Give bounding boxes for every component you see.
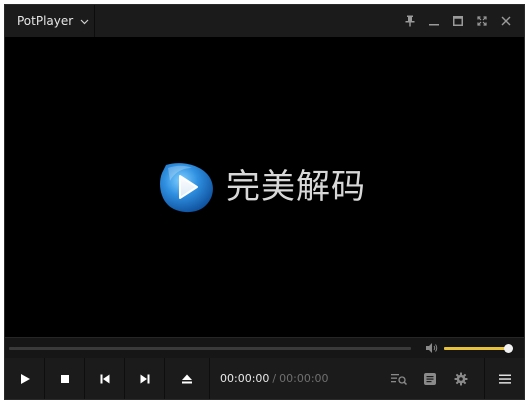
fullscreen-icon xyxy=(477,16,487,26)
settings-button[interactable] xyxy=(446,358,476,399)
time-display: 00:00:00/00:00:00 xyxy=(220,358,329,399)
close-button[interactable] xyxy=(494,9,518,33)
eject-button[interactable] xyxy=(165,358,210,399)
fullscreen-button[interactable] xyxy=(470,9,494,33)
playlist-search-icon xyxy=(391,373,408,385)
play-logo-icon xyxy=(160,163,213,213)
volume-knob[interactable] xyxy=(504,344,513,353)
seek-strip xyxy=(5,337,524,358)
play-icon xyxy=(20,373,30,384)
previous-button[interactable] xyxy=(85,358,125,399)
app-name: PotPlayer xyxy=(17,14,74,28)
subtitle-icon xyxy=(424,372,436,385)
minimize-button[interactable] xyxy=(422,9,446,33)
time-separator: / xyxy=(272,372,277,385)
logo-text: 完美解码 xyxy=(226,167,366,207)
main-menu-button[interactable] xyxy=(484,358,524,399)
maximize-button[interactable] xyxy=(446,9,470,33)
title-bar: PotPlayer xyxy=(5,5,524,38)
stop-icon xyxy=(60,374,69,383)
next-button[interactable] xyxy=(125,358,165,399)
settings-icon xyxy=(454,372,468,385)
volume-level xyxy=(444,347,508,350)
total-time: 00:00:00 xyxy=(279,372,329,385)
potplayer-window: PotPlayer 完美解码 00:00:00 / 00:00:00 xyxy=(4,4,525,400)
window-controls xyxy=(398,5,518,37)
subtitle-button[interactable] xyxy=(415,358,445,399)
volume-icon[interactable] xyxy=(425,342,439,354)
volume-slider[interactable] xyxy=(444,344,513,353)
play-button[interactable] xyxy=(5,358,45,399)
pin-button[interactable] xyxy=(398,9,422,33)
current-time: 00:00:00 xyxy=(220,372,270,385)
menu-icon xyxy=(498,374,511,384)
seek-bar[interactable] xyxy=(9,347,411,350)
control-bar: 00:00:00/00:00:00 xyxy=(5,358,524,399)
next-icon xyxy=(140,374,149,383)
maximize-icon xyxy=(453,16,463,26)
app-menu-button[interactable]: PotPlayer xyxy=(5,5,95,37)
stop-button[interactable] xyxy=(45,358,85,399)
pin-icon xyxy=(405,15,415,27)
chevron-down-icon xyxy=(80,19,89,24)
video-area[interactable]: 完美解码 xyxy=(5,37,524,337)
close-icon xyxy=(501,16,511,26)
minimize-icon xyxy=(429,24,439,26)
eject-icon xyxy=(182,374,192,383)
previous-icon xyxy=(100,374,109,383)
playlist-search-button[interactable] xyxy=(384,358,414,399)
